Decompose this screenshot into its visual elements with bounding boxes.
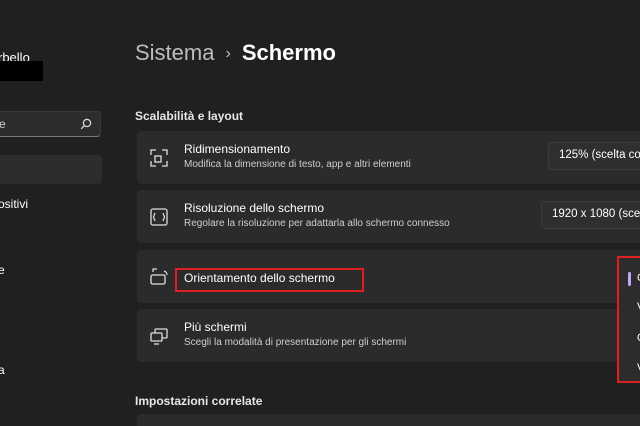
orientation-title-highlight — [175, 268, 364, 292]
sidebar-item-dispositivi[interactable]: ositivi — [0, 197, 28, 211]
scale-title: Ridimensionamento — [184, 142, 291, 156]
resolution-select[interactable]: 1920 x 1080 (scelta consigliata) — [541, 201, 640, 229]
page-title: Schermo — [241, 40, 336, 65]
sidebar-item-3[interactable]: e — [0, 263, 5, 277]
chevron-right-icon: › — [225, 45, 231, 62]
sidebar-item-sistema[interactable] — [0, 155, 102, 184]
multi-display-title: Più schermi — [184, 320, 247, 334]
redacted-user-email — [0, 61, 43, 81]
orientation-dropdown[interactable]: O V O V — [617, 256, 640, 383]
resolution-icon — [150, 208, 168, 226]
resolution-card[interactable]: Risoluzione dello schermo Regolare la ri… — [137, 190, 640, 243]
sidebar: rbello e ositivi e a — [0, 0, 112, 426]
multi-display-subtitle: Scegli la modalità di presentazione per … — [184, 337, 407, 348]
resolution-title: Risoluzione dello schermo — [184, 201, 325, 215]
selected-indicator — [628, 272, 631, 286]
search-icon[interactable] — [80, 118, 92, 130]
multiple-displays-icon — [150, 328, 168, 345]
scale-subtitle: Modifica la dimensione di testo, app e a… — [184, 159, 411, 170]
related-settings-card[interactable] — [137, 414, 640, 426]
scale-icon — [150, 149, 168, 167]
search-input[interactable]: e — [0, 111, 101, 137]
breadcrumb-sistema[interactable]: Sistema — [135, 40, 214, 65]
breadcrumb: Sistema › Schermo — [135, 40, 336, 66]
section-title-layout: Scalabilità e layout — [135, 109, 244, 123]
rotate-screen-icon — [150, 268, 168, 285]
search-text: e — [0, 117, 6, 131]
settings-window: rbello e ositivi e a Sistema › Schermo Sca… — [0, 0, 640, 426]
sidebar-item-4[interactable]: a — [0, 363, 5, 377]
multi-display-card[interactable]: Più schermi Scegli la modalità di presen… — [137, 309, 640, 362]
scale-select[interactable]: 125% (scelta consigliata) — [548, 142, 640, 170]
scale-card[interactable]: Ridimensionamento Modifica la dimensione… — [137, 131, 640, 184]
section-title-related: Impostazioni correlate — [135, 394, 263, 408]
resolution-subtitle: Regolare la risoluzione per adattarla al… — [184, 218, 450, 229]
